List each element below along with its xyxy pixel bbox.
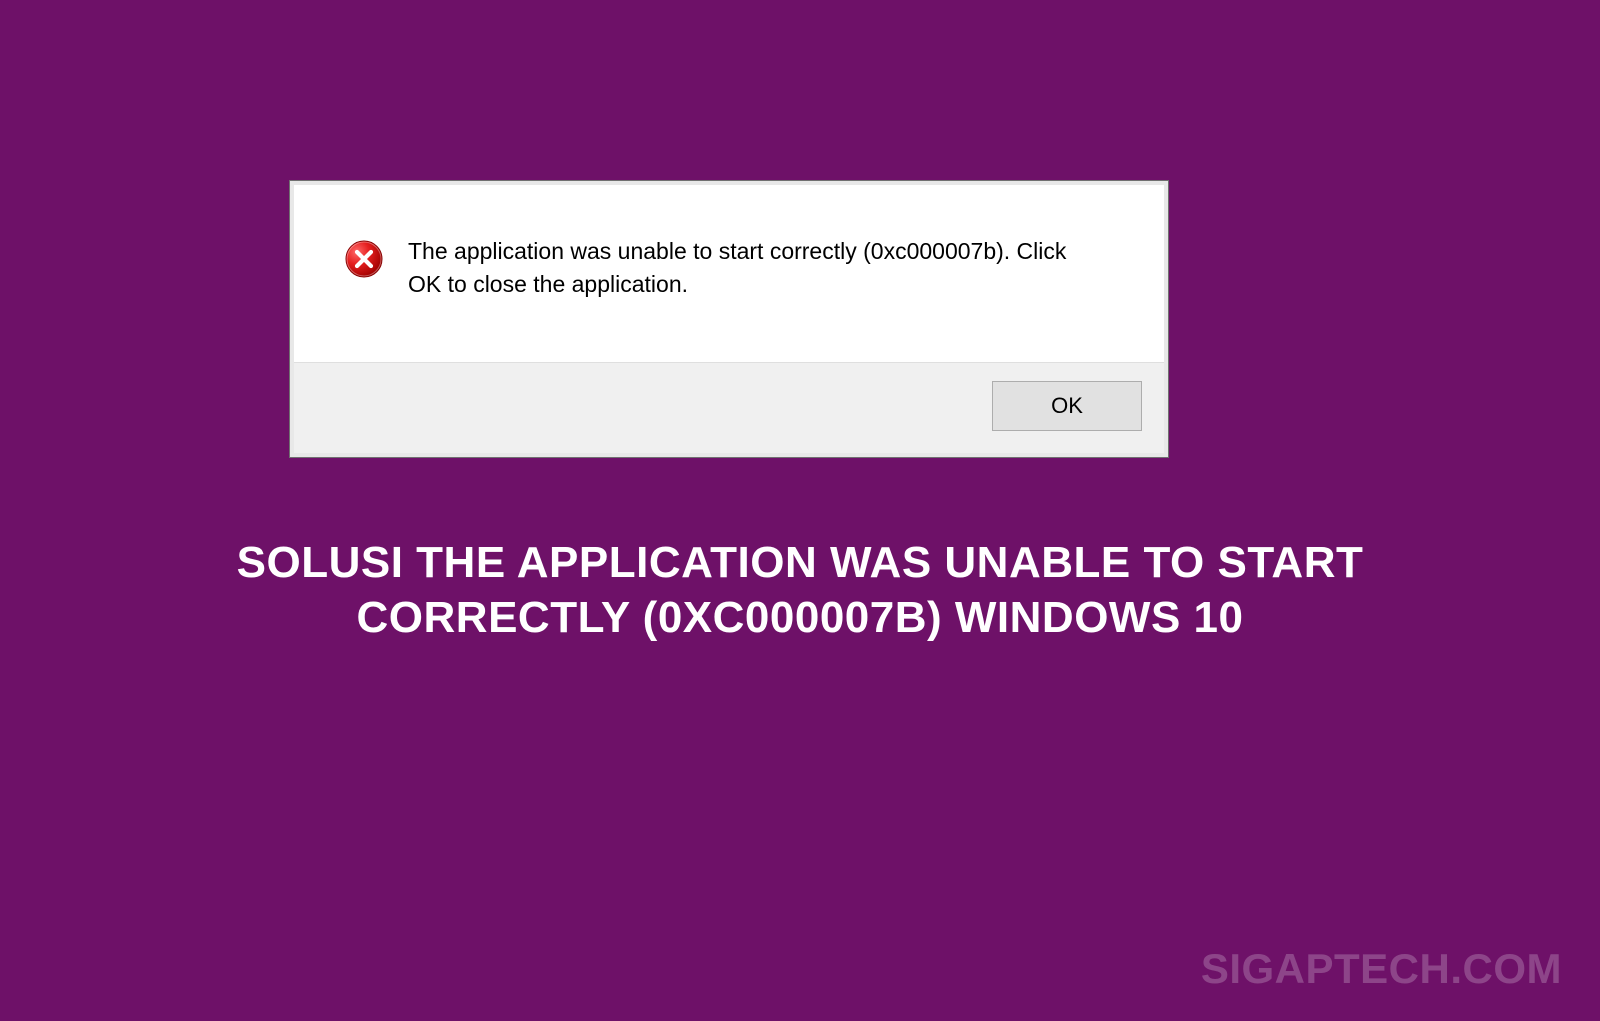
dialog-footer: OK xyxy=(294,362,1164,453)
ok-button[interactable]: OK xyxy=(992,381,1142,431)
error-dialog: The application was unable to start corr… xyxy=(289,180,1169,458)
dialog-inner: The application was unable to start corr… xyxy=(290,181,1168,457)
error-icon xyxy=(344,239,384,279)
watermark: SIGAPTECH.COM xyxy=(1201,945,1562,993)
dialog-body: The application was unable to start corr… xyxy=(294,185,1164,362)
page-headline: SOLUSI THE APPLICATION WAS UNABLE TO STA… xyxy=(0,535,1600,645)
dialog-message: The application was unable to start corr… xyxy=(408,235,1114,302)
